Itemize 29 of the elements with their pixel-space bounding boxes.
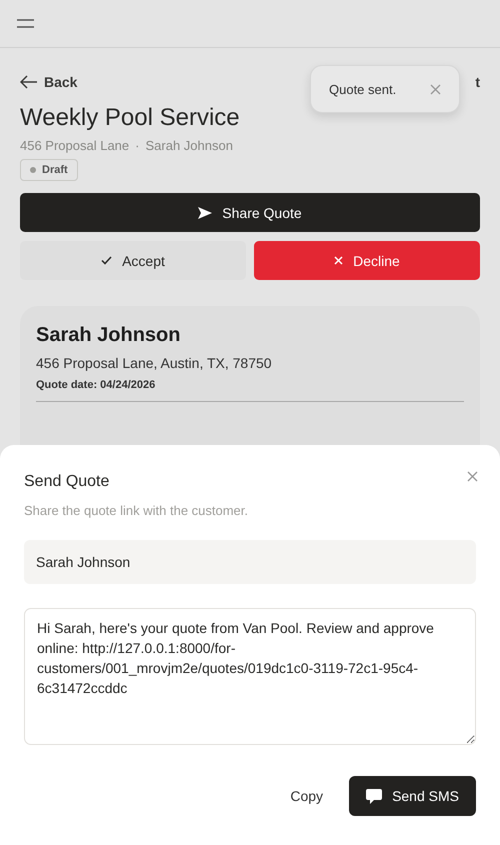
recipient-field[interactable]: Sarah Johnson [24, 540, 476, 584]
check-icon [101, 256, 112, 265]
accept-button[interactable]: Accept [20, 241, 246, 280]
arrow-left-icon [20, 75, 38, 89]
share-quote-button[interactable]: Share Quote [20, 193, 480, 232]
decline-button[interactable]: Decline [254, 241, 480, 280]
chat-bubble-icon [366, 788, 382, 804]
close-icon [467, 471, 478, 482]
dialog-description: Share the quote link with the customer. [24, 503, 248, 518]
back-link[interactable]: Back [20, 74, 78, 90]
dialog-title: Send Quote [24, 473, 110, 491]
copy-button[interactable]: Copy [278, 778, 336, 814]
message-field[interactable]: Hi Sarah, here's your quote from Van Pool. Review and approve online: http://127.0.0.1:8000/for-customers/001_mrovjm2e/quotes/019dc1c0-3119-72c1-95c4-6c31472ccddc [24, 608, 476, 745]
send-icon [198, 206, 212, 218]
quote-address: 456 Proposal Lane [20, 138, 130, 153]
close-button[interactable] [467, 471, 478, 482]
header-action-text[interactable]: t [475, 74, 480, 90]
toast-message: Quote sent. [329, 82, 396, 96]
separator-dot: · [135, 138, 140, 153]
quote-date: Quote date: 04/24/2026 [36, 379, 464, 402]
card-address: 456 Proposal Lane, Austin, TX, 78750 [36, 355, 273, 371]
status-badge: Draft [20, 159, 78, 181]
x-icon [334, 256, 344, 265]
card-customer-name: Sarah Johnson [36, 324, 182, 347]
send-sms-button[interactable]: Send SMS [349, 776, 476, 816]
menu-icon[interactable] [17, 19, 34, 28]
close-icon[interactable] [430, 84, 441, 94]
quote-title: Weekly Pool Service [20, 104, 241, 132]
customer-name: Sarah Johnson [146, 138, 233, 153]
